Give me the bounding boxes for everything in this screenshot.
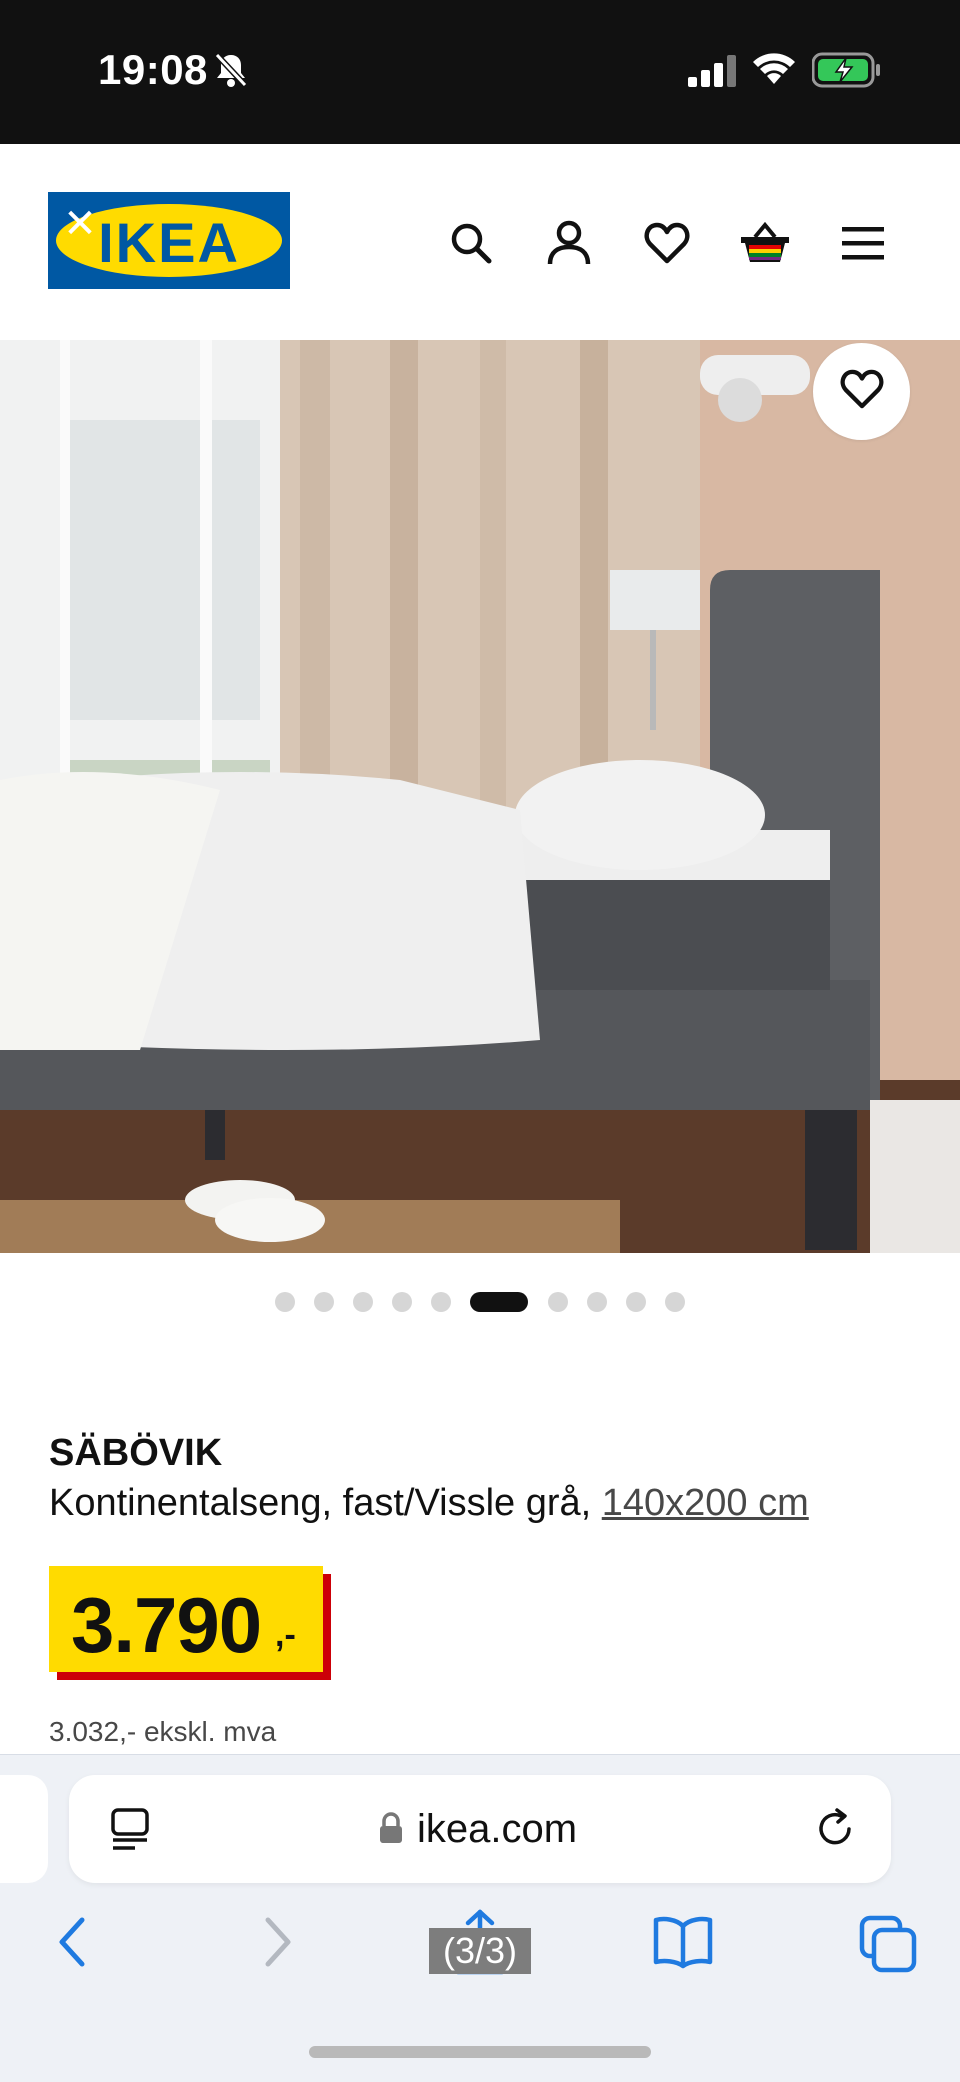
previous-tab-preview[interactable] (0, 1775, 48, 1883)
status-time: 19:08 (98, 46, 208, 93)
price-value: 3.790 (71, 1581, 262, 1669)
home-indicator[interactable] (309, 2046, 651, 2058)
lock-icon (379, 1812, 403, 1849)
shopping-basket-icon[interactable] (738, 216, 792, 270)
add-to-favourites-button[interactable] (813, 343, 910, 440)
product-size-link[interactable]: 140x200 cm (602, 1482, 809, 1524)
bookmarks-icon[interactable] (652, 1914, 714, 1975)
carousel-dot[interactable] (275, 1292, 295, 1312)
product-name: SÄBÖVIK (49, 1432, 223, 1474)
price-suffix: ,- (275, 1616, 296, 1654)
battery-charging-icon (811, 52, 882, 93)
price-excl-vat: 3.032,- ekskl. mva (49, 1716, 277, 1747)
price-tag: 3.790 ,- (49, 1566, 331, 1680)
carousel-dot[interactable] (431, 1292, 451, 1312)
carousel-dot[interactable] (548, 1292, 568, 1312)
reload-icon[interactable] (815, 1807, 859, 1856)
profile-icon[interactable] (542, 216, 596, 270)
search-icon[interactable] (444, 216, 498, 270)
carousel-dot[interactable] (587, 1292, 607, 1312)
carousel-dot-active[interactable] (470, 1292, 528, 1312)
product-description: Kontinentalseng, fast/Vissle grå, 140x20… (49, 1482, 809, 1525)
page-menu-icon[interactable] (109, 1807, 151, 1856)
page-count-overlay: (3/3) (429, 1928, 531, 1974)
heart-icon (840, 369, 884, 414)
carousel-dot[interactable] (626, 1292, 646, 1312)
menu-icon[interactable] (836, 216, 890, 270)
carousel-dot[interactable] (314, 1292, 334, 1312)
ikea-logo[interactable]: IKEA ✕ (48, 192, 290, 289)
product-type: Kontinentalseng, fast/Vissle grå, (49, 1482, 592, 1524)
cellular-signal-icon (688, 55, 736, 92)
product-image[interactable] (0, 340, 960, 1253)
carousel-dot[interactable] (353, 1292, 373, 1312)
address-bar[interactable]: ikea.com (69, 1775, 891, 1883)
status-bar: 19:08 (0, 0, 960, 144)
url-text: ikea.com (417, 1807, 578, 1851)
wifi-icon (752, 50, 796, 91)
back-icon[interactable] (52, 1912, 92, 1977)
carousel-dot[interactable] (665, 1292, 685, 1312)
heart-icon[interactable] (640, 216, 694, 270)
forward-icon[interactable] (258, 1912, 298, 1977)
carousel-indicator[interactable] (0, 1290, 960, 1314)
bell-muted-icon (214, 52, 248, 93)
carousel-dot[interactable] (392, 1292, 412, 1312)
close-icon[interactable]: ✕ (62, 204, 98, 244)
tabs-icon[interactable] (858, 1914, 918, 1979)
